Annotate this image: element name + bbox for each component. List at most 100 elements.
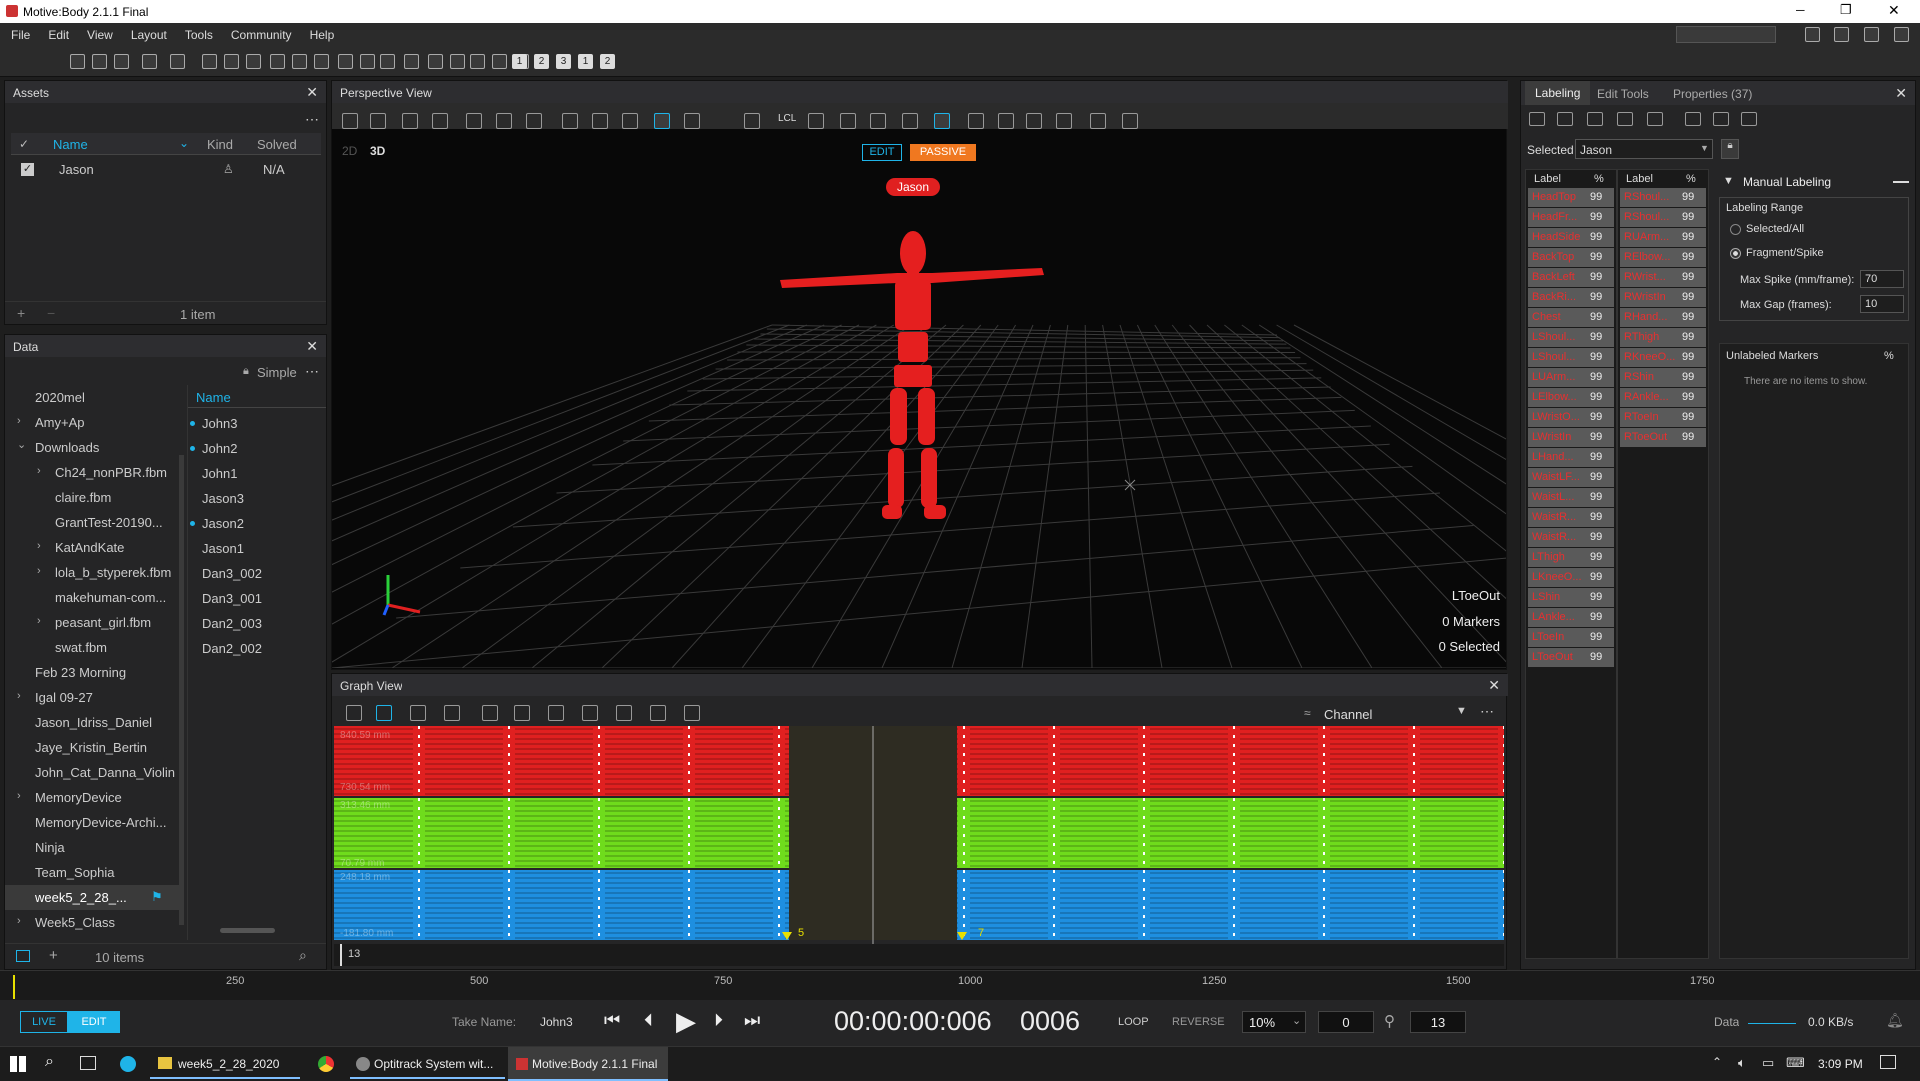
layout-icon[interactable] (1805, 27, 1820, 42)
tree-item[interactable]: › Igal 09-27 (5, 685, 181, 710)
viewport-tool-16-icon[interactable] (840, 113, 856, 129)
max-gap-input[interactable]: 10 (1860, 295, 1904, 313)
save-icon[interactable] (114, 54, 129, 69)
range-end[interactable]: 13 (1410, 1011, 1466, 1033)
tree-item[interactable]: › lola_b_styperek.fbm (5, 560, 181, 585)
viewport-tool-18-icon[interactable] (902, 113, 918, 129)
viewport-tool-9-icon[interactable] (592, 113, 608, 129)
graph-tool-6-icon[interactable] (514, 705, 530, 721)
viewport-tool-22-icon[interactable] (1026, 113, 1042, 129)
task-view-icon[interactable] (80, 1056, 96, 1070)
mode-2d[interactable]: 2D (342, 144, 357, 158)
layout-preset-4-button[interactable]: 1 (578, 54, 593, 69)
graph-tool-10-icon[interactable] (650, 705, 666, 721)
save-as-icon[interactable] (142, 54, 157, 69)
asset-row[interactable]: ✓ Jason ♙ N/A (11, 159, 321, 181)
label-row[interactable]: RShin 99 (1620, 368, 1706, 387)
tree-item[interactable]: claire.fbm (5, 485, 181, 510)
label-row[interactable]: LWristIn 99 (1528, 428, 1614, 447)
range-start[interactable]: 0 (1318, 1011, 1374, 1033)
viewport-tool-5-icon[interactable] (466, 113, 482, 129)
label-row[interactable]: LShin 99 (1528, 588, 1614, 607)
label-row[interactable]: LToeOut 99 (1528, 648, 1614, 667)
local-coords-button[interactable]: LCL (778, 113, 796, 124)
tree-item[interactable]: GrantTest-20190... (5, 510, 181, 535)
tree-scrollbar[interactable] (179, 455, 184, 925)
viewport-tool-19-icon[interactable] (934, 113, 950, 129)
panel-icon[interactable] (202, 54, 217, 69)
layout-preset-3-button[interactable]: 3 (556, 54, 571, 69)
live-button[interactable]: LIVE (20, 1011, 68, 1033)
wand-icon[interactable] (246, 54, 261, 69)
lock-icon[interactable]: 🔒︎ (243, 365, 249, 378)
layout-preset-1-button[interactable]: 1 (512, 54, 527, 69)
label-row[interactable]: RThigh 99 (1620, 328, 1706, 347)
loop-toggle[interactable]: LOOP (1118, 1016, 1149, 1028)
chevron-right-icon[interactable]: › (37, 465, 41, 477)
menu-tools[interactable]: Tools (176, 24, 222, 46)
minus-icon[interactable] (1893, 181, 1909, 183)
label-row[interactable]: LThigh 99 (1528, 548, 1614, 567)
app-pin-icon[interactable] (120, 1056, 136, 1072)
labeling-tool-3-icon[interactable] (1587, 112, 1603, 126)
viewport-tool-20-icon[interactable] (968, 113, 984, 129)
label-row[interactable]: RElbow... 99 (1620, 248, 1706, 267)
search-icon[interactable]: ⌕ (45, 1053, 54, 1071)
chevron-right-icon[interactable]: › (37, 615, 41, 627)
viewport-tool-17-icon[interactable] (870, 113, 886, 129)
viewport-tool-1-icon[interactable] (342, 113, 358, 129)
graph-tool-2-icon[interactable] (376, 705, 392, 721)
label-row[interactable]: WaistR... 99 (1528, 508, 1614, 527)
label-row[interactable]: RWrist... 99 (1620, 268, 1706, 287)
viewport-tool-12-icon[interactable] (684, 113, 700, 129)
chevron-down-icon[interactable]: ⌄ (1292, 1014, 1301, 1027)
menu-file[interactable]: File (2, 24, 39, 46)
viewport-tool-21-icon[interactable] (998, 113, 1014, 129)
take-item[interactable]: Jason3 (188, 486, 326, 511)
takes-name-header[interactable]: Name (196, 390, 231, 405)
panel-toggle-icon[interactable] (16, 950, 30, 962)
chevron-right-icon[interactable]: › (17, 790, 21, 802)
graph-tool-5-icon[interactable] (482, 705, 498, 721)
viewport-tool-8-icon[interactable] (562, 113, 578, 129)
labeling-tool-8-icon[interactable] (1741, 112, 1757, 126)
chevron-right-icon[interactable]: › (17, 915, 21, 927)
graph-tool-11-icon[interactable] (684, 705, 700, 721)
opt-fragment-spike[interactable]: Fragment/Spike (1746, 247, 1824, 259)
viewport-tool-10-icon[interactable] (622, 113, 638, 129)
max-spike-input[interactable]: 70 (1860, 270, 1904, 288)
pin-icon[interactable] (1894, 27, 1909, 42)
timeline-playhead[interactable] (13, 975, 15, 999)
labeling-tool-6-icon[interactable] (1685, 112, 1701, 126)
close-icon[interactable]: ✕ (1488, 677, 1500, 694)
labeling-tool-1-icon[interactable] (1529, 112, 1545, 126)
take-item[interactable]: Dan2_003 (188, 611, 326, 636)
label-row[interactable]: LKneeO... 99 (1528, 568, 1614, 587)
start-icon[interactable] (10, 1056, 26, 1072)
tab-edit-tools[interactable]: Edit Tools (1597, 87, 1649, 101)
wave2-icon[interactable] (492, 54, 507, 69)
graph-tool-7-icon[interactable] (548, 705, 564, 721)
keyboard-icon[interactable]: ⌨ (1786, 1055, 1805, 1071)
binoculars-icon[interactable]: ⚲ (1384, 1012, 1395, 1030)
take-item[interactable]: John1 (188, 461, 326, 486)
viewport-tool-15-icon[interactable] (808, 113, 824, 129)
tab-labeling[interactable]: Labeling (1525, 81, 1591, 105)
label-row[interactable]: HeadFr... 99 (1528, 208, 1614, 227)
chrome-icon[interactable] (318, 1056, 334, 1072)
viewport-tool-6-icon[interactable] (496, 113, 512, 129)
more-options-icon[interactable]: ⋯ (1480, 703, 1494, 720)
record-icon[interactable] (292, 54, 307, 69)
layout-preset-2-button[interactable]: 2 (534, 54, 549, 69)
graph-scrollbar[interactable] (334, 944, 1504, 966)
take-item[interactable]: Jason1 (188, 536, 326, 561)
chevron-down-icon[interactable]: ▼ (1456, 705, 1467, 717)
kind-column[interactable]: Kind (207, 137, 233, 152)
collapse-icon[interactable]: ▼ (1723, 175, 1734, 187)
chevron-down-icon[interactable]: ⌄ (17, 438, 26, 451)
menu-help[interactable]: Help (301, 24, 344, 46)
radio-selected-all[interactable] (1730, 224, 1741, 235)
label-row[interactable]: RShoul... 99 (1620, 208, 1706, 227)
take-item[interactable]: Dan3_001 (188, 586, 326, 611)
label-row[interactable]: RKneeO... 99 (1620, 348, 1706, 367)
